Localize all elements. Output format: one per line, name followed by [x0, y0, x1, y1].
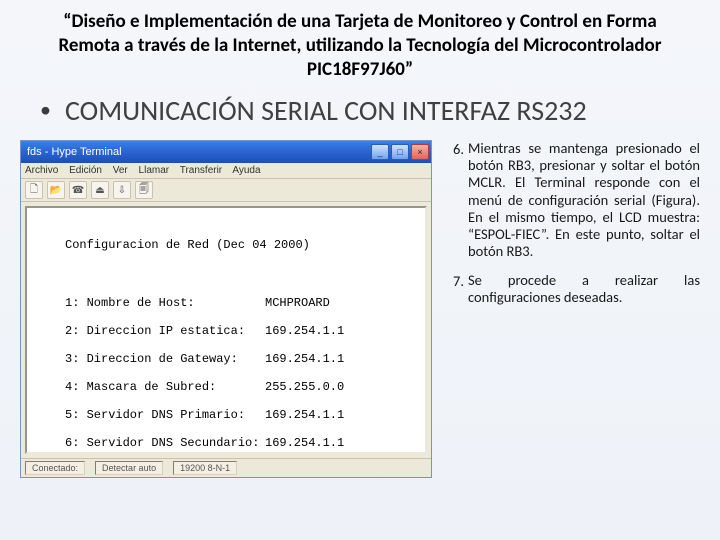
window-title: fds - Hype Terminal	[27, 146, 122, 158]
terminal-output: Configuracion de Red (Dec 04 2000) 1: No…	[25, 206, 427, 454]
step-text-6: Mientras se mantenga presionado el botón…	[468, 140, 700, 260]
hyperterminal-window: fds - Hype Terminal _ □ × Archivo Edició…	[20, 140, 432, 478]
hangup-icon[interactable]: ⏏	[91, 181, 109, 199]
new-icon[interactable]: 🗋	[25, 181, 43, 199]
menu-item[interactable]: Archivo	[25, 165, 58, 176]
status-bar: Conectado: Detectar auto 19200 8-N-1	[21, 458, 431, 477]
menu-item[interactable]: Llamar	[139, 165, 170, 176]
section-heading: • COMUNICACIÓN SERIAL CON INTERFAZ RS232	[14, 91, 706, 140]
props-icon[interactable]: 🗐	[135, 181, 153, 199]
close-button[interactable]: ×	[411, 144, 429, 160]
step-number-7: 7.	[442, 272, 468, 306]
window-titlebar: fds - Hype Terminal _ □ ×	[21, 141, 431, 163]
status-connected: Conectado:	[25, 461, 85, 475]
terminal-menu: 1: Nombre de Host:MCHPROARD 2: Direccion…	[65, 282, 417, 454]
step-number-6: 6.	[442, 140, 468, 260]
open-icon[interactable]: 📂	[47, 181, 65, 199]
menu-item[interactable]: Edición	[69, 165, 102, 176]
section-heading-text: COMUNICACIÓN SERIAL CON INTERFAZ RS232	[65, 93, 587, 128]
send-icon[interactable]: ⇩	[113, 181, 131, 199]
toolbar: 🗋 📂 ☎ ⏏ ⇩ 🗐	[21, 179, 431, 202]
step-text-7: Se procede a realizar las configuracione…	[468, 272, 700, 306]
bullet-icon: •	[40, 93, 51, 127]
minimize-button[interactable]: _	[371, 144, 389, 160]
list-item: 7. Se procede a realizar las configuraci…	[442, 272, 700, 306]
slide-title: “Diseño e Implementación de una Tarjeta …	[14, 8, 706, 91]
instruction-list: 6. Mientras se mantenga presionado el bo…	[442, 140, 700, 478]
list-item: 6. Mientras se mantenga presionado el bo…	[442, 140, 700, 260]
menu-bar: Archivo Edición Ver Llamar Transferir Ay…	[21, 163, 431, 179]
terminal-header: Configuracion de Red (Dec 04 2000)	[65, 238, 417, 252]
menu-item[interactable]: Ayuda	[232, 165, 260, 176]
status-port: 19200 8-N-1	[173, 461, 237, 475]
menu-item[interactable]: Ver	[113, 165, 128, 176]
menu-item[interactable]: Transferir	[180, 165, 222, 176]
call-icon[interactable]: ☎	[69, 181, 87, 199]
status-detect: Detectar auto	[95, 461, 163, 475]
maximize-button[interactable]: □	[391, 144, 409, 160]
